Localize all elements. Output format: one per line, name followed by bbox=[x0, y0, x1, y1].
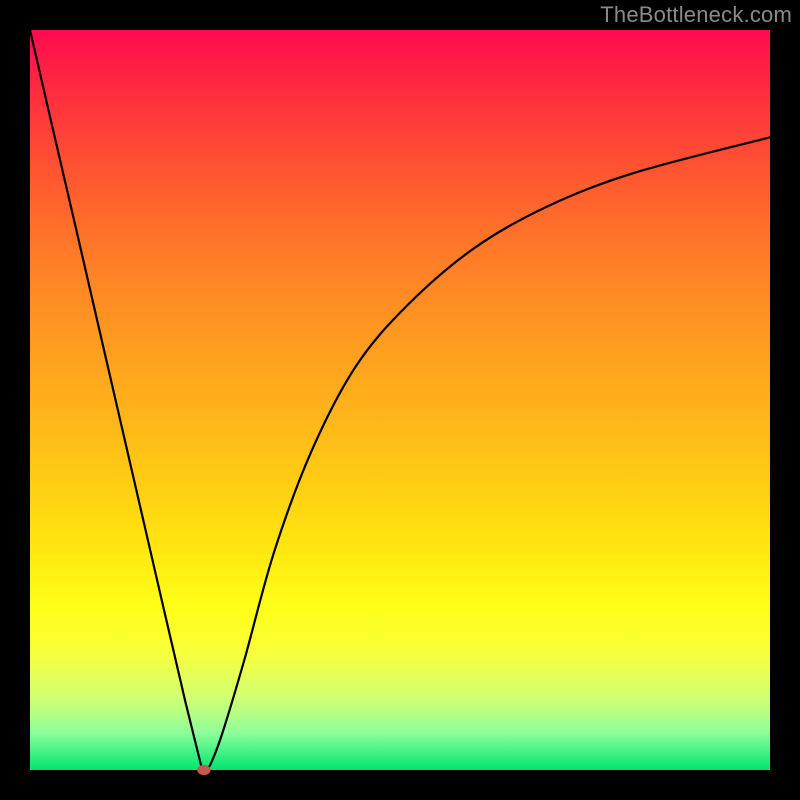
chart-container: TheBottleneck.com bbox=[0, 0, 800, 800]
curve-svg bbox=[30, 30, 770, 770]
minimum-marker bbox=[197, 765, 210, 775]
bottleneck-curve bbox=[30, 30, 770, 770]
watermark-text: TheBottleneck.com bbox=[600, 2, 792, 28]
plot-area bbox=[30, 30, 770, 770]
